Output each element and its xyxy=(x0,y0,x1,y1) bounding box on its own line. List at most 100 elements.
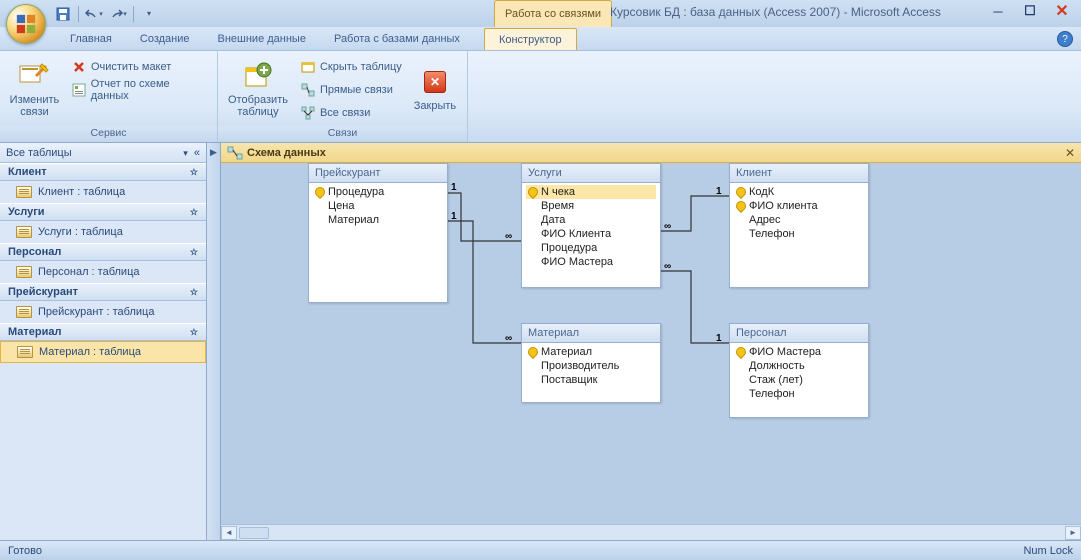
field-spacer xyxy=(736,215,746,225)
field-spacer xyxy=(528,201,538,211)
relationship-report-button[interactable]: Отчет по схеме данных xyxy=(67,79,213,101)
table-field[interactable]: Производитель xyxy=(526,359,656,373)
minimize-button[interactable]: ─ xyxy=(985,3,1011,19)
table-field[interactable]: Телефон xyxy=(734,227,864,241)
nav-group-header[interactable]: Клиент☆ xyxy=(0,163,206,181)
table-field[interactable]: Время xyxy=(526,199,656,213)
table-field[interactable]: Должность xyxy=(734,359,864,373)
nav-pane-header[interactable]: Все таблицы ▾ « xyxy=(0,143,206,163)
table-field[interactable]: ФИО Клиента xyxy=(526,227,656,241)
document-tab[interactable]: Схема данных ✕ xyxy=(221,143,1081,163)
edit-relationships-button[interactable]: Изменить связи xyxy=(4,54,65,124)
contextual-tab-title: Работа со связями xyxy=(494,0,612,27)
table-field[interactable]: N чека xyxy=(526,185,656,199)
direct-relationships-button[interactable]: Прямые связи xyxy=(296,79,406,101)
nav-item[interactable]: Клиент : таблица xyxy=(0,181,206,203)
scroll-thumb[interactable] xyxy=(239,527,269,539)
table-field[interactable]: ФИО клиента xyxy=(734,199,864,213)
tab-database-tools[interactable]: Работа с базами данных xyxy=(320,28,474,50)
all-rel-icon xyxy=(300,105,316,121)
primary-key-icon xyxy=(736,201,746,211)
table-field[interactable]: Дата xyxy=(526,213,656,227)
nav-group-header[interactable]: Услуги☆ xyxy=(0,203,206,221)
nav-item[interactable]: Услуги : таблица xyxy=(0,221,206,243)
clear-layout-button[interactable]: Очистить макет xyxy=(67,56,213,78)
nav-item[interactable]: Прейскурант : таблица xyxy=(0,301,206,323)
table-icon xyxy=(16,306,32,318)
table-field[interactable]: Адрес xyxy=(734,213,864,227)
table-preiskurant[interactable]: Прейскурант ПроцедураЦенаМатериал xyxy=(308,163,448,303)
horizontal-scrollbar[interactable]: ◄ ► xyxy=(221,524,1081,540)
field-spacer xyxy=(736,375,746,385)
document-area: Схема данных ✕ 1 ∞ 1 ∞ ∞ 1 ∞ 1 Прейскура… xyxy=(221,143,1081,540)
table-title: Персонал xyxy=(730,324,868,343)
table-klient[interactable]: КлиентКодКФИО клиентаАдресТелефон xyxy=(729,163,869,288)
title-bar: ▾ ▾ ▾ Работа со связями Курсовик БД : ба… xyxy=(0,0,1081,27)
field-spacer xyxy=(528,361,538,371)
edit-relationships-icon xyxy=(18,60,50,92)
close-icon: ✕ xyxy=(424,71,446,93)
office-button[interactable] xyxy=(6,4,46,44)
table-field[interactable]: Цена xyxy=(313,199,443,213)
close-button[interactable]: ✕ Закрыть xyxy=(408,54,462,124)
table-field[interactable]: Стаж (лет) xyxy=(734,373,864,387)
redo-icon xyxy=(109,8,123,20)
tab-external-data[interactable]: Внешние данные xyxy=(204,28,320,50)
table-personal[interactable]: Персонал ФИО МастераДолжностьСтаж (лет)Те… xyxy=(729,323,869,418)
document-close-button[interactable]: ✕ xyxy=(1065,146,1075,160)
show-table-button[interactable]: Отобразить таблицу xyxy=(222,54,294,124)
help-button[interactable]: ? xyxy=(1057,31,1073,47)
relationships-canvas[interactable]: 1 ∞ 1 ∞ ∞ 1 ∞ 1 ПрейскурантПроцедураЦена… xyxy=(221,163,1081,524)
nav-group-header[interactable]: Материал☆ xyxy=(0,323,206,341)
table-field[interactable]: Материал xyxy=(313,213,443,227)
table-field[interactable]: Процедура xyxy=(526,241,656,255)
ribbon: Изменить связи Очистить макет Отчет по с… xyxy=(0,51,1081,143)
table-field[interactable]: Материал xyxy=(526,345,656,359)
save-icon xyxy=(56,7,70,21)
table-icon xyxy=(16,186,32,198)
qat-customize[interactable]: ▾ xyxy=(138,4,160,24)
relationships-icon xyxy=(227,146,243,160)
tab-design[interactable]: Конструктор xyxy=(484,28,577,50)
table-icon xyxy=(16,226,32,238)
nav-item[interactable]: Персонал : таблица xyxy=(0,261,206,283)
scroll-right-button[interactable]: ► xyxy=(1065,526,1081,540)
field-spacer xyxy=(736,389,746,399)
report-icon xyxy=(71,82,87,98)
field-spacer xyxy=(736,361,746,371)
show-table-icon xyxy=(242,60,274,92)
nav-item[interactable]: Материал : таблица xyxy=(0,341,206,363)
field-spacer xyxy=(315,215,325,225)
all-relationships-button[interactable]: Все связи xyxy=(296,102,406,124)
table-uslugi[interactable]: УслугиN чекаВремяДатаФИО КлиентаПроцедур… xyxy=(521,163,661,288)
primary-key-icon xyxy=(736,187,746,197)
table-title: Материал xyxy=(522,324,660,343)
table-field[interactable]: ФИО Мастера xyxy=(734,345,864,359)
window-close-button[interactable]: ✕ xyxy=(1049,3,1075,19)
table-material[interactable]: МатериалМатериалПроизводительПоставщик xyxy=(521,323,661,403)
tab-create[interactable]: Создание xyxy=(126,28,204,50)
maximize-button[interactable]: ☐ xyxy=(1017,3,1043,19)
table-title: Прейскурант xyxy=(309,164,447,183)
table-field[interactable]: КодК xyxy=(734,185,864,199)
main-area: Все таблицы ▾ « Клиент☆Клиент : таблицаУ… xyxy=(0,143,1081,540)
ribbon-tab-strip: Главная Создание Внешние данные Работа с… xyxy=(0,27,1081,51)
save-button[interactable] xyxy=(52,4,74,24)
shutter-bar[interactable]: ▶ xyxy=(207,143,221,540)
redo-button[interactable]: ▾ xyxy=(107,4,129,24)
table-field[interactable]: ФИО Мастера xyxy=(526,255,656,269)
table-field[interactable]: Процедура xyxy=(313,185,443,199)
tab-home[interactable]: Главная xyxy=(56,28,126,50)
field-spacer xyxy=(528,375,538,385)
table-icon xyxy=(16,266,32,278)
nav-group-header[interactable]: Прейскурант☆ xyxy=(0,283,206,301)
primary-key-icon xyxy=(736,347,746,357)
hide-table-icon xyxy=(300,59,316,75)
table-field[interactable]: Телефон xyxy=(734,387,864,401)
table-field[interactable]: Поставщик xyxy=(526,373,656,387)
table-icon xyxy=(17,346,33,358)
undo-button[interactable]: ▾ xyxy=(83,4,105,24)
nav-group-header[interactable]: Персонал☆ xyxy=(0,243,206,261)
hide-table-button[interactable]: Скрыть таблицу xyxy=(296,56,406,78)
scroll-left-button[interactable]: ◄ xyxy=(221,526,237,540)
